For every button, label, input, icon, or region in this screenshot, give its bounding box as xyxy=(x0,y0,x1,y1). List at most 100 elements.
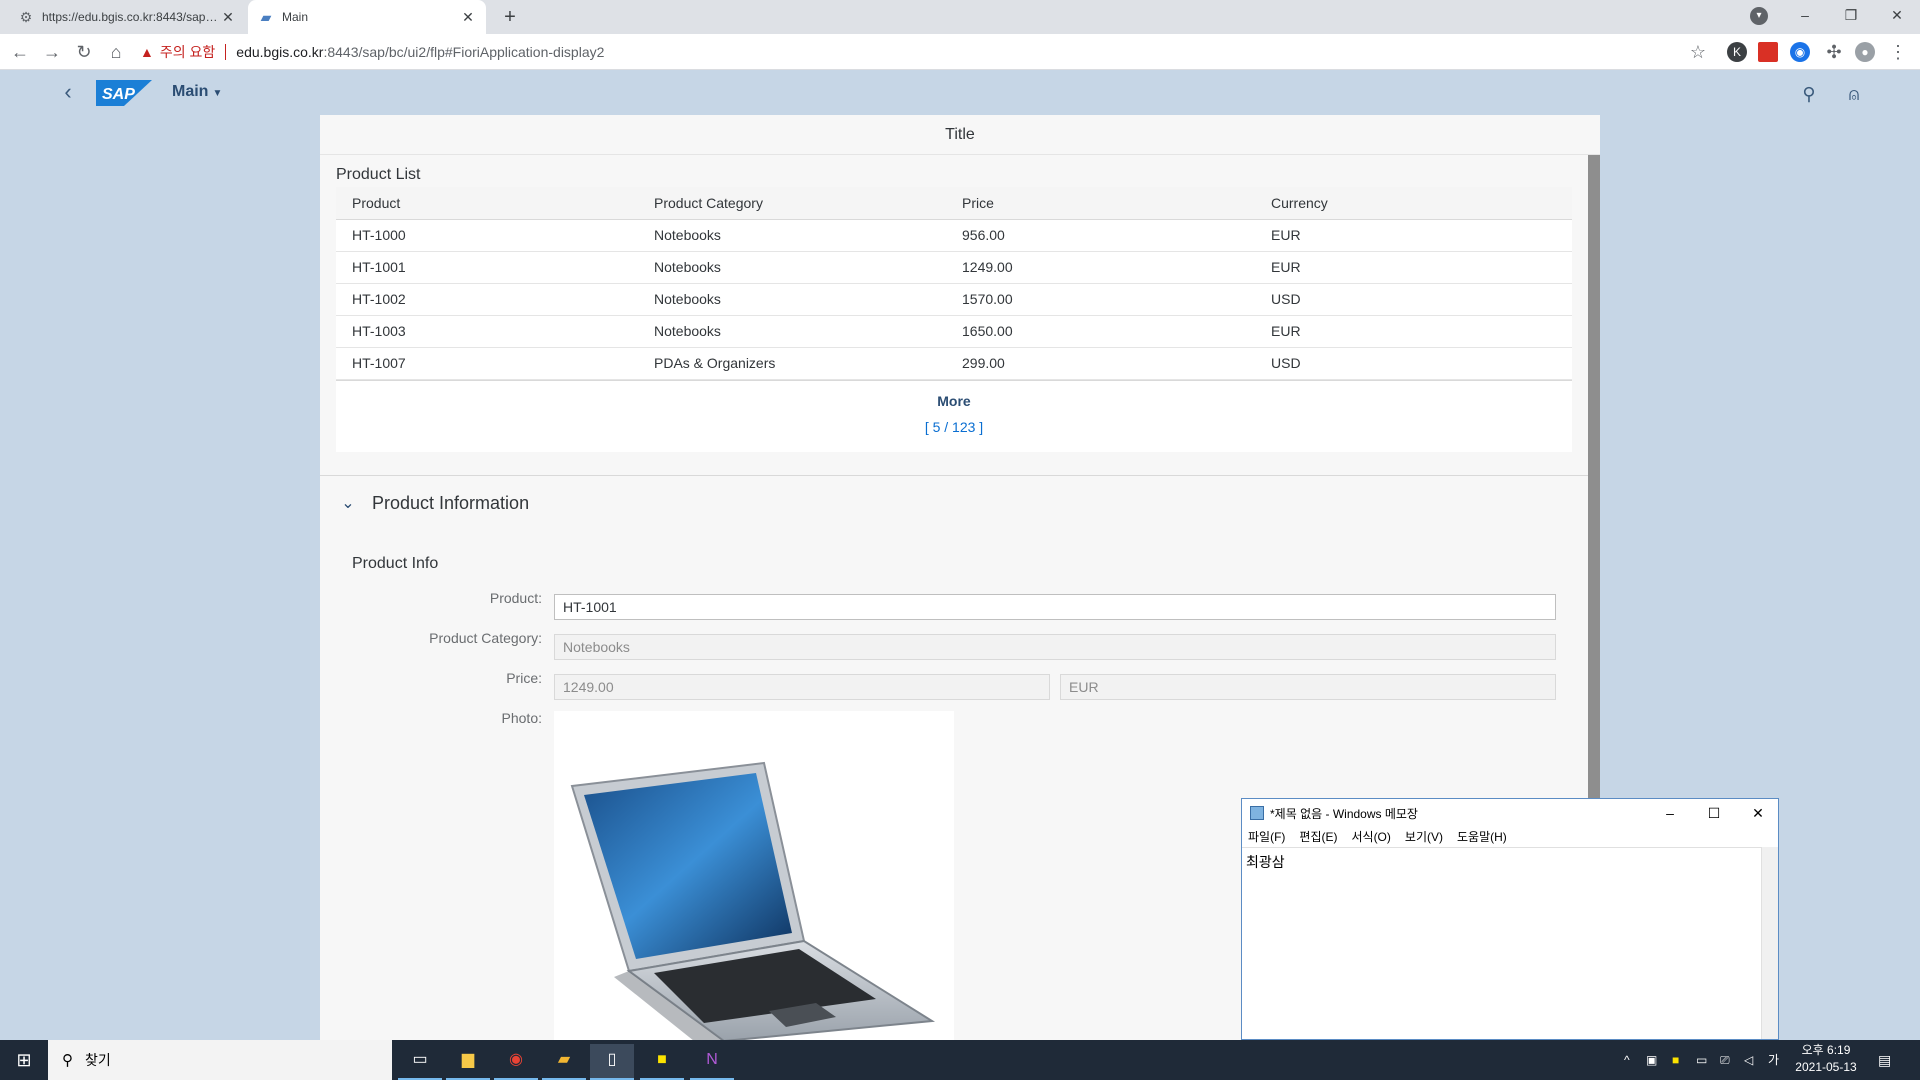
notepad-close-button[interactable]: ✕ xyxy=(1736,799,1780,827)
menu-edit[interactable]: 편집(E) xyxy=(1299,827,1337,847)
taskbar-search[interactable]: ⚲ 찾기 xyxy=(48,1040,392,1080)
tab-search-icon[interactable]: ▾ xyxy=(1750,7,1768,25)
url-text[interactable]: edu.bgis.co.kr:8443/sap/bc/ui2/flp#Fiori… xyxy=(236,44,604,60)
close-window-button[interactable]: ✕ xyxy=(1874,0,1920,30)
app-menu-label: Main xyxy=(172,83,209,100)
clock-time: 오후 6:19 xyxy=(1801,1043,1851,1057)
notepad-maximize-button[interactable]: ☐ xyxy=(1692,799,1736,827)
notepad-window: *제목 없음 - Windows 메모장 – ☐ ✕ 파일(F) 편집(E) 서… xyxy=(1241,798,1779,1040)
price-field: 1249.00 xyxy=(554,674,1050,700)
caret-down-icon: ▼ xyxy=(212,88,223,99)
table-row[interactable]: HT-1000 Notebooks 956.00 EUR xyxy=(336,219,1572,252)
column-header-product[interactable]: Product xyxy=(336,187,638,220)
cell-product: HT-1000 xyxy=(336,219,638,252)
notepad-title: *제목 없음 - Windows 메모장 xyxy=(1270,806,1418,821)
file-explorer-icon[interactable]: ▆ xyxy=(446,1044,490,1080)
notepad-text-area[interactable]: 최광삼 xyxy=(1242,847,1762,1039)
bookmark-star-icon[interactable]: ☆ xyxy=(1686,40,1710,64)
laptop-image xyxy=(570,761,936,1041)
form-title: Product Info xyxy=(352,555,439,572)
notification-center-icon[interactable]: ▤ xyxy=(1878,1040,1891,1080)
tray-app-icon[interactable]: ▣ xyxy=(1646,1040,1657,1080)
profile-avatar-icon[interactable]: ● xyxy=(1855,42,1875,62)
notepad-scrollbar[interactable] xyxy=(1761,847,1778,1039)
volume-icon[interactable]: ◁ xyxy=(1744,1040,1753,1080)
menu-help[interactable]: 도움말(H) xyxy=(1457,827,1507,847)
more-trigger[interactable]: More [ 5 / 123 ] xyxy=(336,379,1572,452)
cell-category: Notebooks xyxy=(638,283,946,316)
restore-button[interactable]: ❐ xyxy=(1828,0,1874,30)
table-row[interactable]: HT-1001 Notebooks 1249.00 EUR xyxy=(336,251,1572,284)
product-info-panel-header[interactable]: ⌄ Product Information xyxy=(336,487,529,519)
chrome-icon[interactable]: ◉ xyxy=(494,1044,538,1080)
battery-icon[interactable]: ▭ xyxy=(1696,1040,1707,1080)
more-menu-icon[interactable]: ⋮ xyxy=(1886,40,1910,64)
kakaotalk-icon[interactable]: ■ xyxy=(640,1044,684,1080)
section-divider xyxy=(320,475,1588,476)
windows-start-icon[interactable]: ⊞ xyxy=(0,1040,48,1080)
extension-red-icon[interactable] xyxy=(1758,42,1778,62)
extension-k-icon[interactable]: K xyxy=(1727,42,1747,62)
globe-icon: ⚙ xyxy=(19,8,33,25)
product-table: Product Product Category Price Currency … xyxy=(336,187,1572,380)
close-tab-icon[interactable]: ✕ xyxy=(220,9,236,26)
cell-category: Notebooks xyxy=(638,219,946,252)
search-icon[interactable]: ⚲ xyxy=(1797,82,1821,106)
page-title: Title xyxy=(320,115,1600,155)
cell-currency: USD xyxy=(1255,283,1572,316)
sap-tab-icon: ▰ xyxy=(260,8,272,25)
browser-tab-main[interactable]: ▰ Main ✕ xyxy=(248,0,486,34)
extensions-puzzle-icon[interactable]: ✣ xyxy=(1822,40,1846,64)
minimize-button[interactable]: – xyxy=(1782,0,1828,30)
product-photo xyxy=(554,711,954,1041)
cell-currency: EUR xyxy=(1255,315,1572,348)
table-row[interactable]: HT-1003 Notebooks 1650.00 EUR xyxy=(336,315,1572,348)
clock-date: 2021-05-13 xyxy=(1795,1060,1857,1074)
browser-tab-flp[interactable]: ⚙ https://edu.bgis.co.kr:8443/sap/bc/ui2… xyxy=(8,0,246,34)
menu-view[interactable]: 보기(V) xyxy=(1405,827,1443,847)
tray-chevron-icon[interactable]: ^ xyxy=(1624,1040,1630,1080)
ime-indicator[interactable]: 가 xyxy=(1768,1040,1779,1080)
cell-product: HT-1007 xyxy=(336,347,638,380)
sap-logo[interactable]: SAP xyxy=(96,80,152,106)
cell-product: HT-1002 xyxy=(336,283,638,316)
onenote-icon[interactable]: N xyxy=(690,1044,734,1080)
new-tab-button[interactable]: + xyxy=(498,5,522,29)
product-input[interactable]: HT-1001 xyxy=(554,594,1556,620)
column-header-category[interactable]: Product Category xyxy=(638,187,946,220)
close-tab-icon[interactable]: ✕ xyxy=(460,9,476,26)
browser-tabstrip: ⚙ https://edu.bgis.co.kr:8443/sap/bc/ui2… xyxy=(0,0,1920,34)
terminal-app-icon[interactable]: ▭ xyxy=(398,1044,442,1080)
photo-label: Photo: xyxy=(501,710,542,726)
cell-currency: USD xyxy=(1255,347,1572,380)
notepad-taskbar-icon[interactable]: ▯ xyxy=(590,1044,634,1080)
cell-category: Notebooks xyxy=(638,315,946,348)
cell-category: Notebooks xyxy=(638,251,946,284)
forward-icon[interactable]: → xyxy=(40,40,64,64)
shell-back-icon[interactable]: ‹ xyxy=(56,80,80,104)
tab-title: Main xyxy=(282,10,309,24)
user-icon[interactable]: ⍝ xyxy=(1842,82,1866,106)
column-header-currency[interactable]: Currency xyxy=(1255,187,1572,220)
tray-kakao-icon[interactable]: ■ xyxy=(1672,1040,1679,1080)
security-warning[interactable]: 주의 요함 xyxy=(160,42,215,62)
taskbar-clock[interactable]: 오후 6:19 2021-05-13 xyxy=(1790,1042,1862,1076)
more-button[interactable]: More xyxy=(336,381,1572,409)
home-icon[interactable]: ⌂ xyxy=(104,40,128,64)
address-bar[interactable]: ▲ 주의 요함 edu.bgis.co.kr:8443/sap/bc/ui2/f… xyxy=(140,38,1700,66)
sap-logon-icon[interactable]: ▰ xyxy=(542,1044,586,1080)
more-count: [ 5 / 123 ] xyxy=(924,418,984,435)
cell-product: HT-1001 xyxy=(336,251,638,284)
chevron-down-icon[interactable]: ⌄ xyxy=(336,493,360,513)
column-header-price[interactable]: Price xyxy=(946,187,1255,220)
menu-format[interactable]: 서식(O) xyxy=(1351,827,1390,847)
table-row[interactable]: HT-1007 PDAs & Organizers 299.00 USD xyxy=(336,347,1572,380)
table-row[interactable]: HT-1002 Notebooks 1570.00 USD xyxy=(336,283,1572,316)
shell-app-menu[interactable]: Main ▼ xyxy=(172,83,222,101)
notepad-minimize-button[interactable]: – xyxy=(1648,799,1692,827)
menu-file[interactable]: 파일(F) xyxy=(1248,827,1285,847)
network-icon[interactable]: ⎚ xyxy=(1720,1040,1730,1080)
extension-blue-icon[interactable]: ◉ xyxy=(1790,42,1810,62)
reload-icon[interactable]: ↻ xyxy=(72,40,96,64)
back-icon[interactable]: ← xyxy=(8,40,32,64)
